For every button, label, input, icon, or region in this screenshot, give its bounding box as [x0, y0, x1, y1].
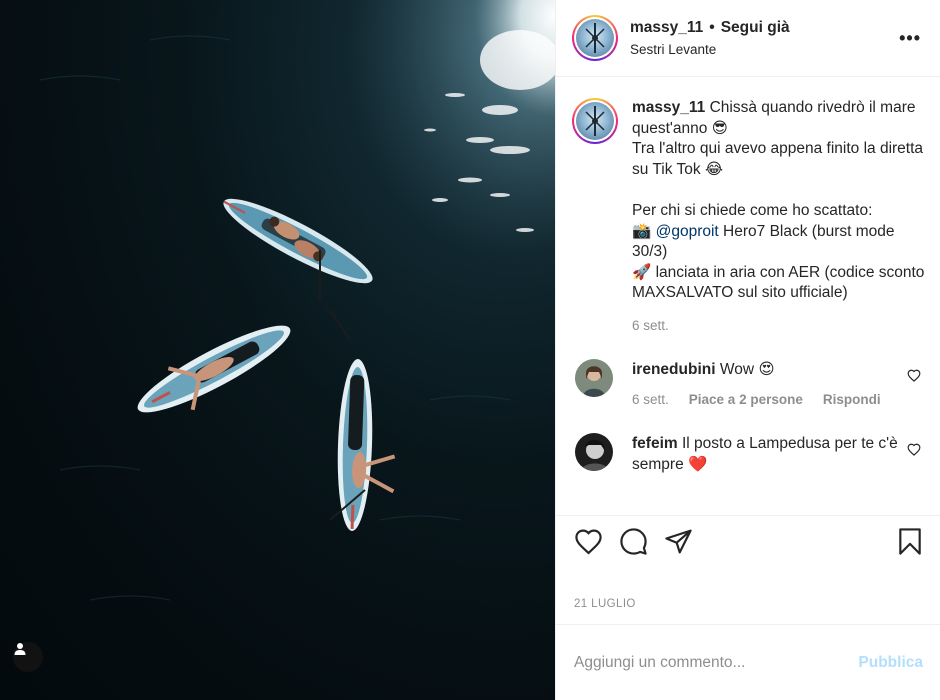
- user-icon: [14, 643, 26, 655]
- avatar-image: [585, 106, 605, 136]
- avatar-image: [575, 432, 613, 471]
- comment-item: fefeim Il posto a Lampedusa per te c'è s…: [572, 432, 925, 475]
- share-button[interactable]: [664, 528, 693, 555]
- avatar-image: [575, 358, 613, 397]
- comments-list[interactable]: massy_11 Chissà quando rivedrò il mare q…: [556, 78, 940, 515]
- post-photo[interactable]: [0, 0, 555, 700]
- comment-username[interactable]: fefeim: [632, 435, 678, 452]
- author-avatar[interactable]: [572, 15, 618, 61]
- post-header: massy_11 • Segui già Sestri Levante •••: [556, 0, 940, 77]
- author-username[interactable]: massy_11: [630, 19, 703, 37]
- caption-text: massy_11 Chissà quando rivedrò il mare q…: [632, 98, 925, 304]
- caption-body-1: Chissà quando rivedrò il mare quest'anno…: [632, 99, 924, 240]
- publish-button[interactable]: Pubblica: [858, 654, 923, 672]
- action-bar: [556, 515, 940, 567]
- follow-status-button[interactable]: Segui già: [721, 19, 790, 37]
- commenter-avatar[interactable]: [575, 358, 613, 397]
- tag-people-button[interactable]: [13, 642, 43, 672]
- share-icon: [665, 529, 692, 554]
- photo-illustration: [39, 0, 555, 601]
- comment-meta: 6 sett. Piace a 2 persone Rispondi: [632, 392, 902, 407]
- comment-icon: [620, 528, 647, 555]
- comment-likes[interactable]: Piace a 2 persone: [689, 392, 803, 407]
- save-button[interactable]: [897, 527, 923, 556]
- like-button[interactable]: [574, 528, 603, 555]
- mention-link[interactable]: @goproit: [656, 223, 719, 240]
- post-location[interactable]: Sestri Levante: [630, 42, 899, 57]
- comment-text: irenedubini Wow 😍: [632, 359, 902, 380]
- post-side-panel: massy_11 • Segui già Sestri Levante ••• …: [555, 0, 940, 700]
- comment-username[interactable]: irenedubini: [632, 361, 716, 378]
- bookmark-icon: [899, 528, 921, 555]
- comment-time[interactable]: 6 sett.: [632, 392, 669, 407]
- heart-icon: [575, 529, 602, 555]
- comment-item: irenedubini Wow 😍 6 sett. Piace a 2 pers…: [572, 358, 925, 407]
- post-date[interactable]: 21 LUGLIO: [574, 598, 636, 610]
- comment-text: fefeim Il posto a Lampedusa per te c'è s…: [632, 433, 902, 475]
- commenter-avatar[interactable]: [575, 432, 613, 471]
- separator-dot: •: [709, 19, 715, 36]
- avatar-image: [585, 23, 605, 53]
- comment-body: Wow 😍: [719, 360, 775, 378]
- caption-avatar[interactable]: [572, 98, 618, 144]
- caption-username[interactable]: massy_11: [632, 99, 705, 116]
- caption-time[interactable]: 6 sett.: [632, 318, 925, 333]
- add-comment-bar: Pubblica: [556, 624, 940, 700]
- reply-button[interactable]: Rispondi: [823, 392, 881, 407]
- post-caption: massy_11 Chissà quando rivedrò il mare q…: [572, 98, 925, 333]
- like-comment-heart-icon[interactable]: [907, 369, 921, 382]
- like-comment-heart-icon[interactable]: [907, 443, 921, 456]
- comment-button[interactable]: [619, 527, 648, 556]
- more-options-icon[interactable]: •••: [899, 28, 921, 49]
- comment-input[interactable]: [574, 653, 859, 672]
